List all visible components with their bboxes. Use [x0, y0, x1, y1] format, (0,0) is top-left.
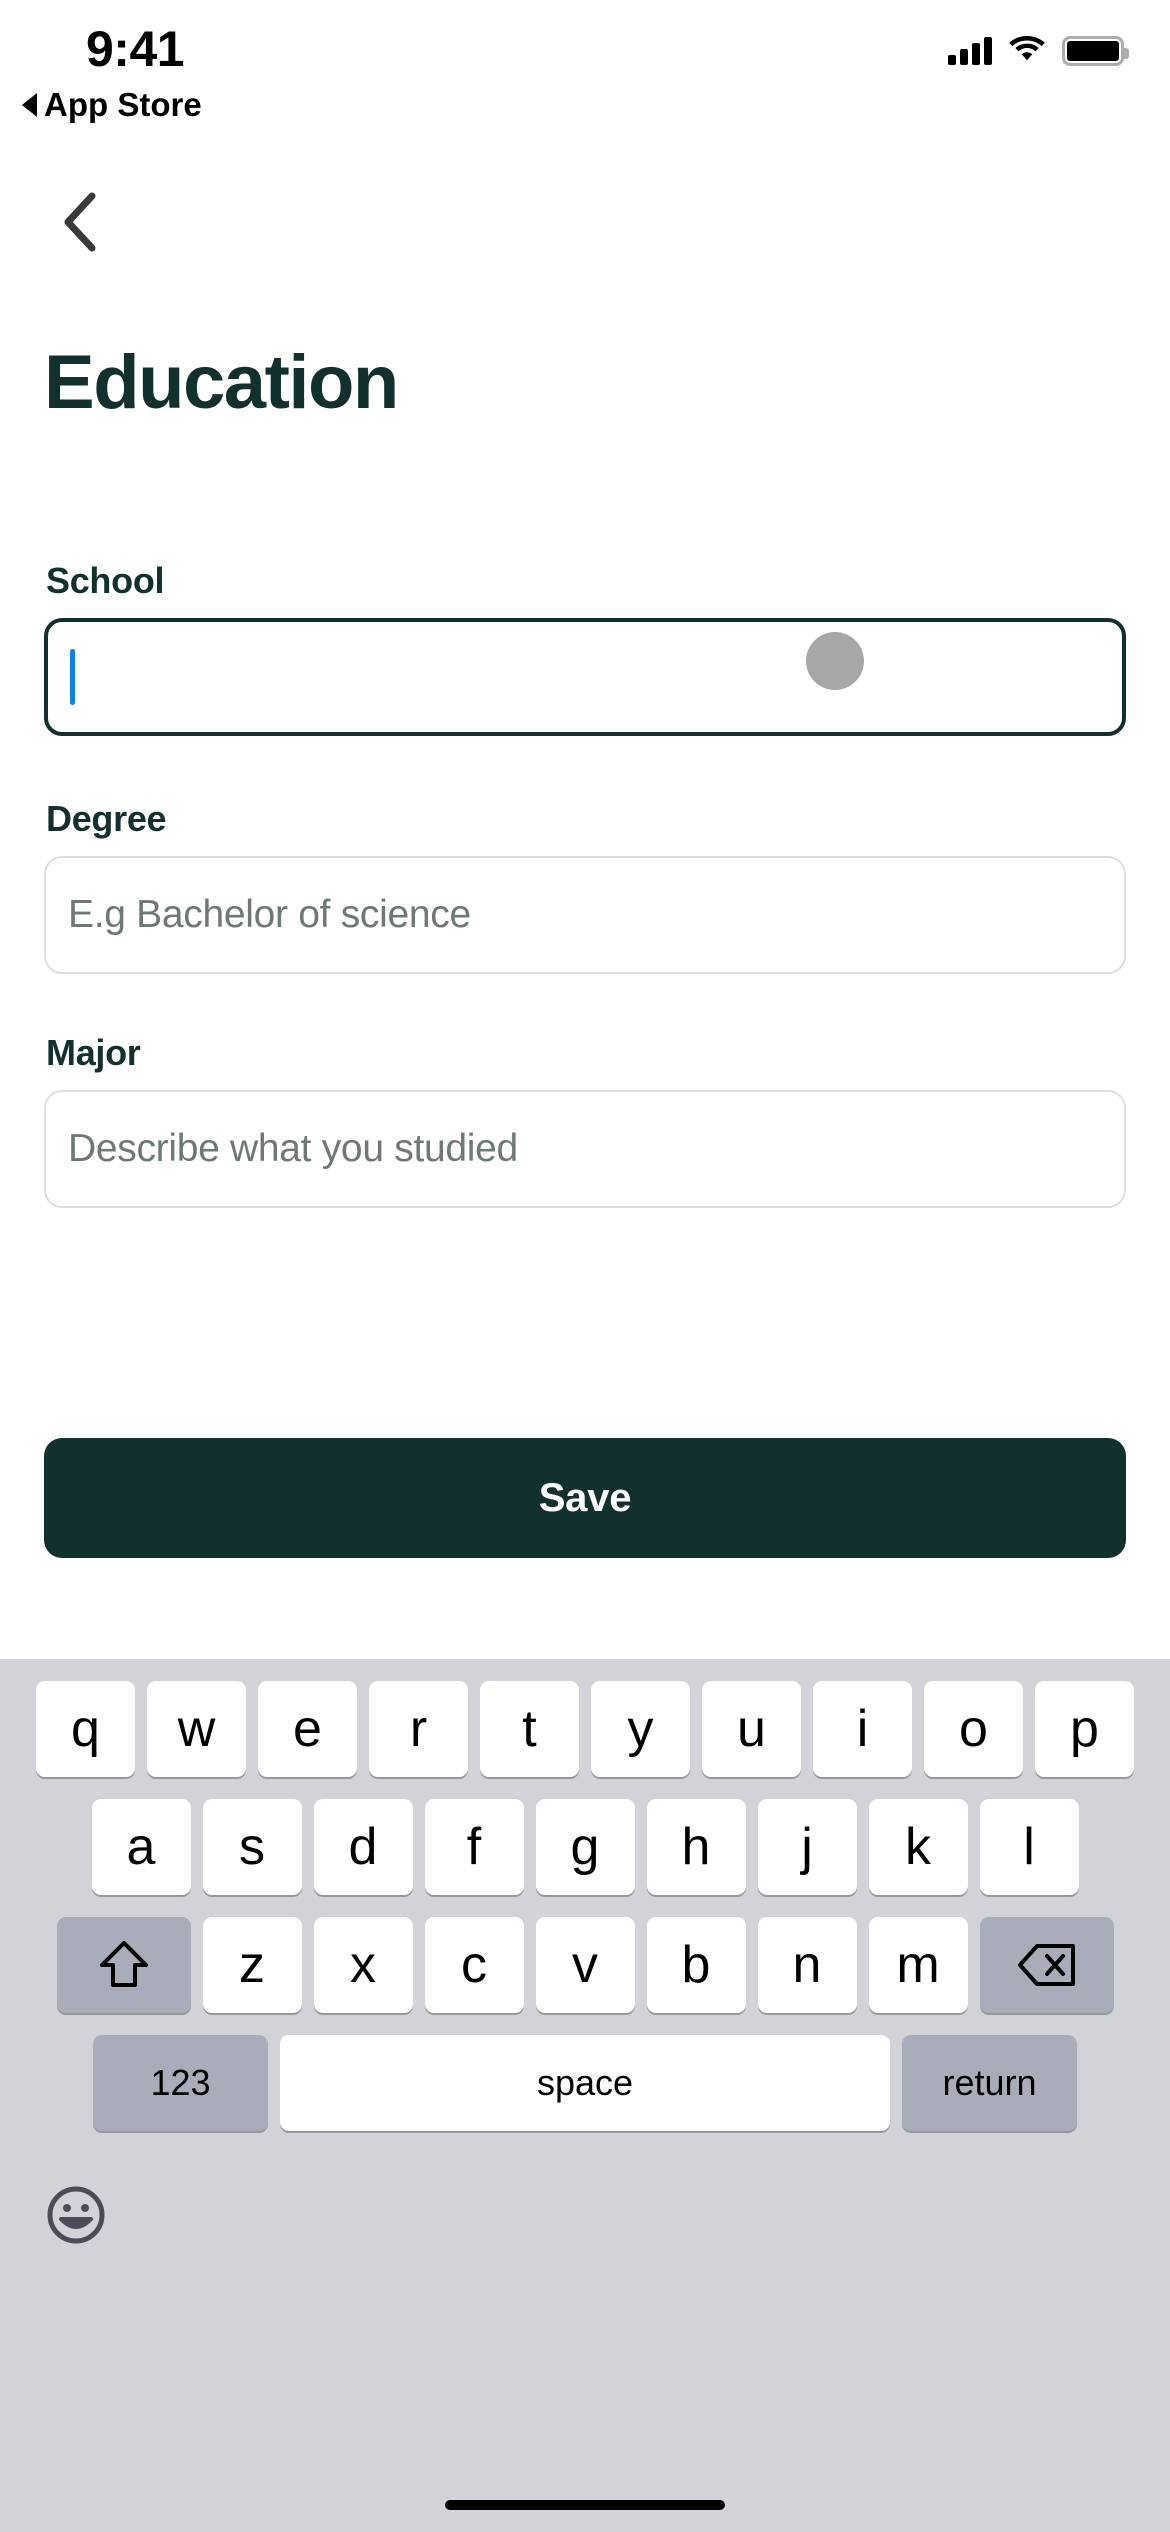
key-z[interactable]: z — [202, 1917, 302, 2013]
space-key[interactable]: space — [280, 2035, 890, 2131]
key-f[interactable]: f — [424, 1799, 524, 1895]
back-triangle-icon — [22, 93, 37, 117]
field-label-degree: Degree — [46, 798, 167, 839]
return-key[interactable]: return — [902, 2035, 1077, 2131]
key-w[interactable]: w — [147, 1681, 246, 1777]
save-button[interactable]: Save — [44, 1438, 1126, 1558]
status-time: 9:41 — [86, 21, 185, 77]
key-u[interactable]: u — [702, 1681, 801, 1777]
emoji-smiley-icon — [47, 2186, 105, 2244]
key-a[interactable]: a — [91, 1799, 191, 1895]
text-caret — [70, 649, 75, 705]
back-to-app-link[interactable]: App Store — [22, 86, 202, 124]
key-d[interactable]: d — [313, 1799, 413, 1895]
keyboard-row-2: a s d f g h j k l — [0, 1799, 1170, 1895]
back-to-app-label: App Store — [44, 86, 202, 123]
chevron-left-icon — [64, 192, 96, 252]
key-v[interactable]: v — [535, 1917, 635, 2013]
degree-placeholder: E.g Bachelor of science — [68, 893, 471, 936]
field-major: Major Describe what you studied — [0, 1032, 1170, 1208]
key-j[interactable]: j — [757, 1799, 857, 1895]
numbers-key[interactable]: 123 — [93, 2035, 268, 2131]
key-o[interactable]: o — [924, 1681, 1023, 1777]
key-q[interactable]: q — [36, 1681, 135, 1777]
backspace-key[interactable] — [979, 1917, 1114, 2013]
status-bar: 9:41 App Store — [0, 0, 1170, 148]
touch-point-indicator — [806, 632, 864, 690]
key-k[interactable]: k — [868, 1799, 968, 1895]
keyboard-row-3: z x c v b n m — [0, 1917, 1170, 2013]
phone-screen: 9:41 App Store Education School Degree E… — [0, 0, 1170, 2532]
key-m[interactable]: m — [868, 1917, 968, 2013]
battery-icon — [1062, 35, 1129, 66]
key-b[interactable]: b — [646, 1917, 746, 2013]
key-i[interactable]: i — [813, 1681, 912, 1777]
key-y[interactable]: y — [591, 1681, 690, 1777]
key-p[interactable]: p — [1035, 1681, 1134, 1777]
field-degree: Degree E.g Bachelor of science — [0, 798, 1170, 974]
field-label-school: School — [46, 560, 165, 601]
school-input[interactable] — [44, 618, 1126, 736]
key-s[interactable]: s — [202, 1799, 302, 1895]
backspace-delete-icon — [1017, 1944, 1075, 1986]
field-school: School — [0, 560, 1170, 736]
key-g[interactable]: g — [535, 1799, 635, 1895]
key-c[interactable]: c — [424, 1917, 524, 2013]
home-indicator — [445, 2500, 725, 2510]
major-placeholder: Describe what you studied — [68, 1127, 518, 1170]
keyboard-bottom-bar — [0, 2167, 1170, 2263]
shift-key[interactable] — [56, 1917, 191, 2013]
key-t[interactable]: t — [480, 1681, 579, 1777]
key-x[interactable]: x — [313, 1917, 413, 2013]
page-title: Education — [44, 340, 399, 425]
keyboard-row-4: 123 space return — [0, 2035, 1170, 2131]
status-indicators — [948, 34, 1129, 67]
degree-input[interactable]: E.g Bachelor of science — [44, 856, 1126, 974]
key-h[interactable]: h — [646, 1799, 746, 1895]
back-button[interactable] — [36, 178, 124, 266]
key-e[interactable]: e — [258, 1681, 357, 1777]
shift-arrow-icon — [99, 1941, 148, 1987]
field-label-major: Major — [46, 1032, 141, 1073]
onscreen-keyboard: q w e r t y u i o p a s d f g h j k l z … — [0, 1659, 1170, 2532]
key-n[interactable]: n — [757, 1917, 857, 2013]
major-input[interactable]: Describe what you studied — [44, 1090, 1126, 1208]
key-l[interactable]: l — [979, 1799, 1079, 1895]
cellular-signal-icon — [948, 36, 992, 65]
emoji-key[interactable] — [42, 2181, 110, 2249]
key-r[interactable]: r — [369, 1681, 468, 1777]
keyboard-row-1: q w e r t y u i o p — [0, 1681, 1170, 1777]
wifi-icon — [1008, 34, 1046, 67]
